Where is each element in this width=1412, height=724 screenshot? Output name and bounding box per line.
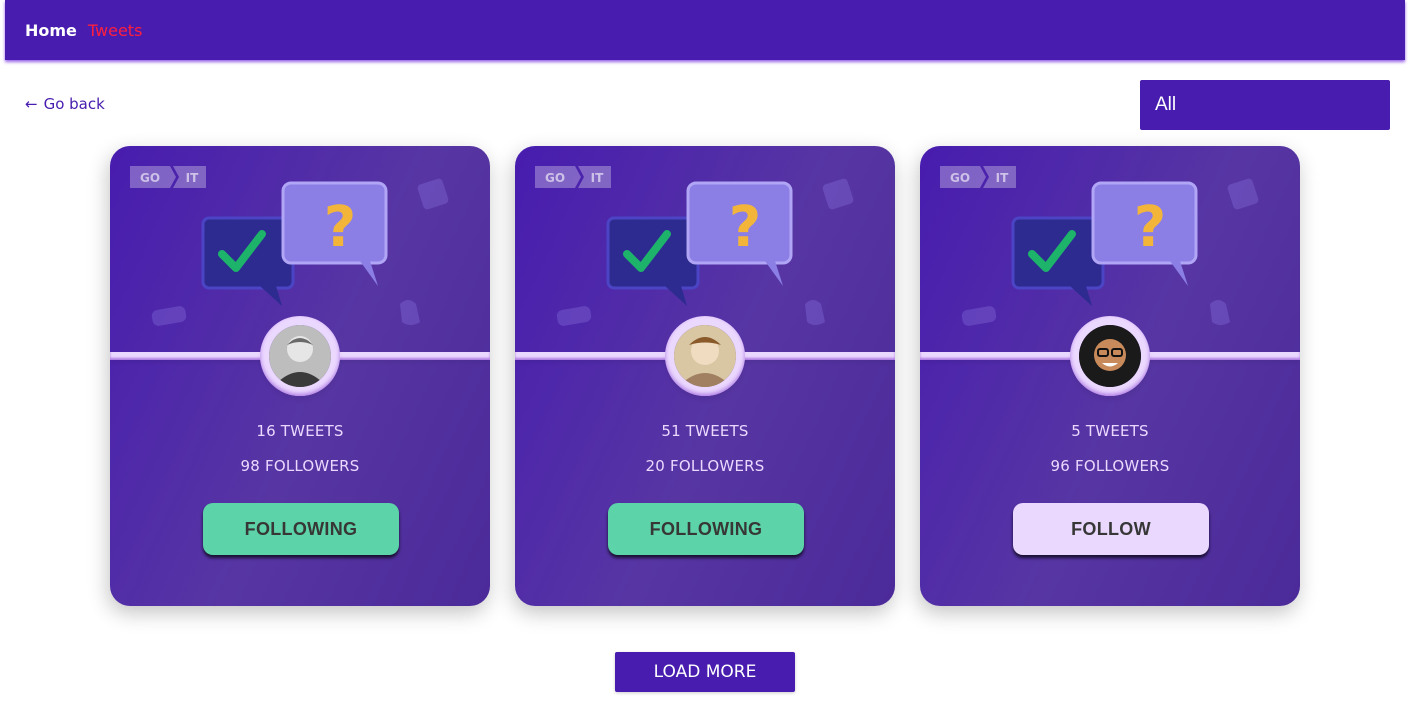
goit-logo: GO IT <box>940 166 1016 188</box>
tweets-count: 5 TWEETS <box>1071 422 1149 440</box>
goit-logo-go: GO <box>545 171 565 185</box>
svg-text:?: ? <box>1134 195 1166 260</box>
load-more-button[interactable]: LOAD MORE <box>615 652 795 692</box>
goit-logo: GO IT <box>535 166 611 188</box>
user-card: ? GO IT 5 TWEETS 96 FOLLOWERS FOLLOW <box>920 146 1300 606</box>
arrow-left-icon: ← <box>25 95 38 113</box>
go-back-label: Go back <box>43 95 105 113</box>
avatar-frame <box>1070 316 1150 396</box>
follow-toggle-button[interactable]: FOLLOW <box>1013 503 1209 555</box>
avatar-frame <box>260 316 340 396</box>
user-card: ? GO IT 51 TWEETS 20 FOLLOWERS FOLLOWING <box>515 146 895 606</box>
avatar <box>269 325 331 387</box>
svg-text:?: ? <box>729 195 761 260</box>
nav-home-link[interactable]: Home <box>25 21 77 40</box>
avatar-frame <box>665 316 745 396</box>
avatar <box>1079 325 1141 387</box>
nav-tweets-link[interactable]: Tweets <box>88 21 143 40</box>
goit-logo-it: IT <box>996 171 1009 185</box>
followers-count: 98 FOLLOWERS <box>240 457 360 475</box>
top-nav: Home Tweets <box>5 0 1405 60</box>
go-back-link[interactable]: ← Go back <box>25 95 105 113</box>
avatar <box>674 325 736 387</box>
tweets-count: 16 TWEETS <box>256 422 344 440</box>
goit-logo: GO IT <box>130 166 206 188</box>
followers-count: 20 FOLLOWERS <box>645 457 765 475</box>
goit-logo-it: IT <box>591 171 604 185</box>
tweets-count: 51 TWEETS <box>661 422 749 440</box>
filter-select[interactable]: All <box>1140 80 1390 130</box>
goit-logo-go: GO <box>950 171 970 185</box>
user-card: ? GO IT 16 TWEETS 98 FOLLOWERS FOLLOWING <box>110 146 490 606</box>
follow-toggle-button[interactable]: FOLLOWING <box>608 503 804 555</box>
followers-count: 96 FOLLOWERS <box>1050 457 1170 475</box>
filter-selected-value: All <box>1155 94 1177 115</box>
goit-logo-go: GO <box>140 171 160 185</box>
follow-toggle-button[interactable]: FOLLOWING <box>203 503 399 555</box>
svg-text:?: ? <box>324 195 356 260</box>
goit-logo-it: IT <box>186 171 199 185</box>
